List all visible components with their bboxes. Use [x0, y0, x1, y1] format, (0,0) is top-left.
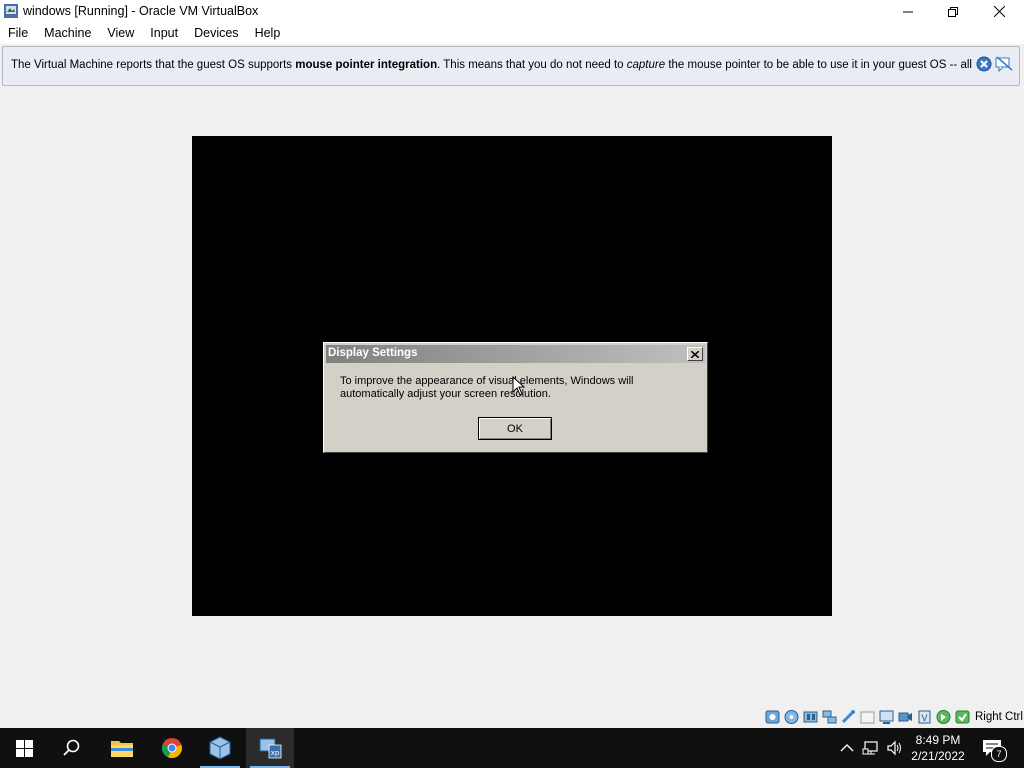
usb-icon[interactable]: [840, 709, 857, 725]
window-title: windows [Running] - Oracle VM VirtualBox: [23, 4, 259, 18]
notice-text-part: . This means that you do not need to: [437, 59, 627, 71]
virtualbox-icon: [209, 736, 231, 760]
audio-icon[interactable]: [802, 709, 819, 725]
notice-italic-text: capture: [626, 59, 666, 71]
notice-dont-show-icon[interactable]: [995, 56, 1013, 72]
virtualbox-app-icon: [4, 4, 18, 18]
taskbar-virtualbox-vm[interactable]: xp: [246, 728, 294, 768]
taskbar: xp 8:49 PM 2/21/2022 7: [0, 728, 1024, 768]
display-icon[interactable]: [878, 709, 895, 725]
display-settings-dialog: Display Settings To improve the appearan…: [323, 342, 708, 453]
search-icon: [63, 739, 80, 756]
notice-close-icon[interactable]: [976, 56, 992, 72]
minimize-icon: [903, 11, 913, 12]
dialog-title-bar: Display Settings: [326, 345, 705, 363]
shared-folders-icon[interactable]: [859, 709, 876, 725]
close-button[interactable]: [976, 0, 1022, 23]
show-hidden-icons-icon[interactable]: [838, 740, 856, 756]
menu-view[interactable]: View: [99, 23, 142, 44]
ok-button[interactable]: OK: [478, 417, 552, 440]
svg-text:xp: xp: [271, 749, 280, 757]
menu-input[interactable]: Input: [142, 23, 186, 44]
notification-count-badge: 7: [991, 746, 1007, 762]
optical-drive-icon[interactable]: [783, 709, 800, 725]
menu-help[interactable]: Help: [247, 23, 289, 44]
menu-file[interactable]: File: [0, 23, 36, 44]
restore-button[interactable]: [930, 0, 976, 23]
network-icon[interactable]: [821, 709, 838, 725]
virtualbox-vm-icon: xp: [259, 738, 282, 759]
minimize-button[interactable]: [885, 0, 931, 23]
hard-disk-icon[interactable]: [764, 709, 781, 725]
menu-devices[interactable]: Devices: [186, 23, 246, 44]
mouse-integration-notice: The Virtual Machine reports that the gue…: [2, 46, 1020, 86]
network-status-icon[interactable]: [862, 740, 880, 756]
file-explorer-icon: [111, 741, 133, 757]
menu-bar: File Machine View Input Devices Help: [0, 23, 1024, 44]
notice-bold-text: mouse pointer integration: [295, 59, 438, 71]
restore-icon: [948, 6, 958, 17]
taskbar-clock[interactable]: 8:49 PM 2/21/2022: [900, 732, 976, 764]
title-bar: windows [Running] - Oracle VM VirtualBox: [0, 0, 1024, 23]
start-icon: [15, 739, 33, 757]
vm-status-bar: V Right Ctrl: [764, 707, 1024, 727]
taskbar-virtualbox[interactable]: [196, 728, 244, 768]
menu-machine[interactable]: Machine: [36, 23, 99, 44]
clock-date: 2/21/2022: [911, 749, 965, 763]
dialog-close-button[interactable]: [687, 347, 703, 361]
chrome-icon: [161, 738, 182, 759]
search-button[interactable]: [48, 728, 96, 768]
taskbar-file-explorer[interactable]: [98, 728, 146, 768]
action-center-button[interactable]: 7: [982, 738, 1007, 762]
notice-text-part: the mouse pointer to be able to use it i…: [668, 59, 973, 71]
notice-text-part: The Virtual Machine reports that the gue…: [11, 59, 296, 71]
host-key-label[interactable]: Right Ctrl: [975, 711, 1023, 723]
close-icon: [993, 6, 1005, 17]
svg-text:V: V: [921, 714, 928, 724]
keyboard-capture-icon[interactable]: [954, 709, 971, 725]
mouse-integration-icon[interactable]: [935, 709, 952, 725]
clock-time: 8:49 PM: [915, 733, 961, 747]
start-button[interactable]: [0, 728, 48, 768]
close-icon: [691, 350, 699, 358]
cpu-icon[interactable]: V: [916, 709, 933, 725]
video-capture-icon[interactable]: [897, 709, 914, 725]
dialog-title: Display Settings: [328, 347, 418, 359]
notice-text: The Virtual Machine reports that the gue…: [11, 59, 973, 71]
taskbar-chrome[interactable]: [148, 728, 196, 768]
mouse-cursor-icon: [512, 376, 526, 396]
